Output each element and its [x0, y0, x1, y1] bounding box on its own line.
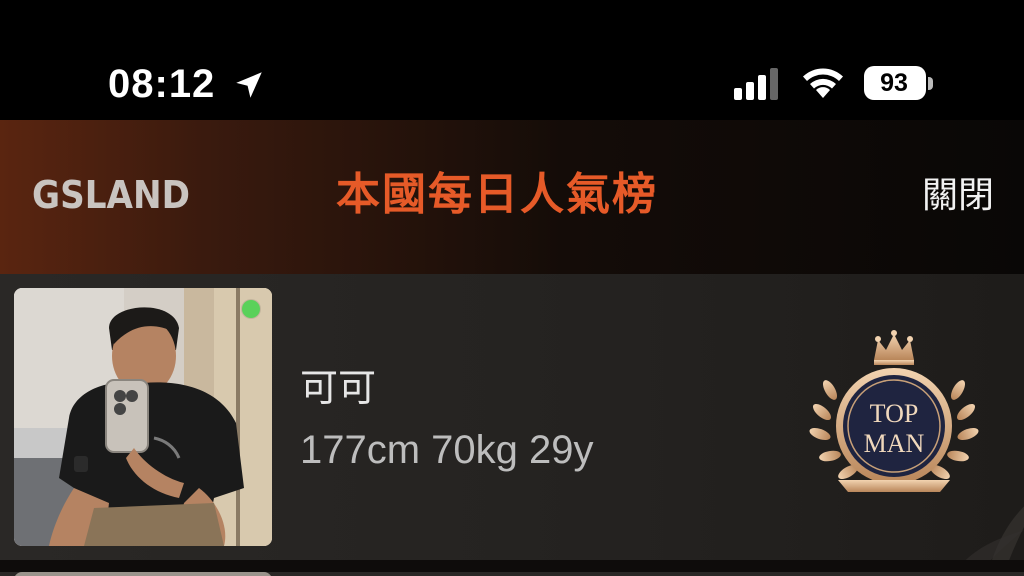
- list-item[interactable]: 可可 177cm 70kg 29y TOP MAN: [0, 274, 1024, 560]
- location-arrow-icon: [236, 72, 262, 98]
- wifi-icon: [803, 68, 843, 98]
- status-time: 08:12: [108, 62, 216, 106]
- battery-tip: [928, 77, 933, 90]
- app-header: GSLAND 本國每日人氣榜 關閉: [0, 120, 1024, 274]
- close-button[interactable]: 關閉: [922, 172, 994, 220]
- online-status-dot: [242, 300, 260, 318]
- status-bar: 08:12 93: [0, 0, 1024, 120]
- cellular-signal-icon: [734, 68, 778, 100]
- brand-logo: GSLAND: [32, 173, 190, 217]
- avatar[interactable]: [14, 572, 272, 576]
- badge-man-text: MAN: [864, 429, 925, 458]
- app-screen: 08:12 93 GSLAND 本國每日人氣榜 關閉 可可 177cm 70kg…: [0, 0, 1024, 576]
- ranking-list: 可可 177cm 70kg 29y TOP MAN: [0, 274, 1024, 576]
- user-stats: 177cm 70kg 29y: [300, 428, 594, 472]
- badge-top-text: TOP: [870, 399, 919, 428]
- top-man-badge-icon: TOP MAN: [809, 330, 979, 492]
- battery-level: 93: [880, 69, 908, 97]
- page-title: 本國每日人氣榜: [336, 169, 658, 220]
- avatar[interactable]: [14, 288, 272, 546]
- battery-icon: 93: [864, 66, 926, 100]
- user-name: 可可: [300, 366, 377, 410]
